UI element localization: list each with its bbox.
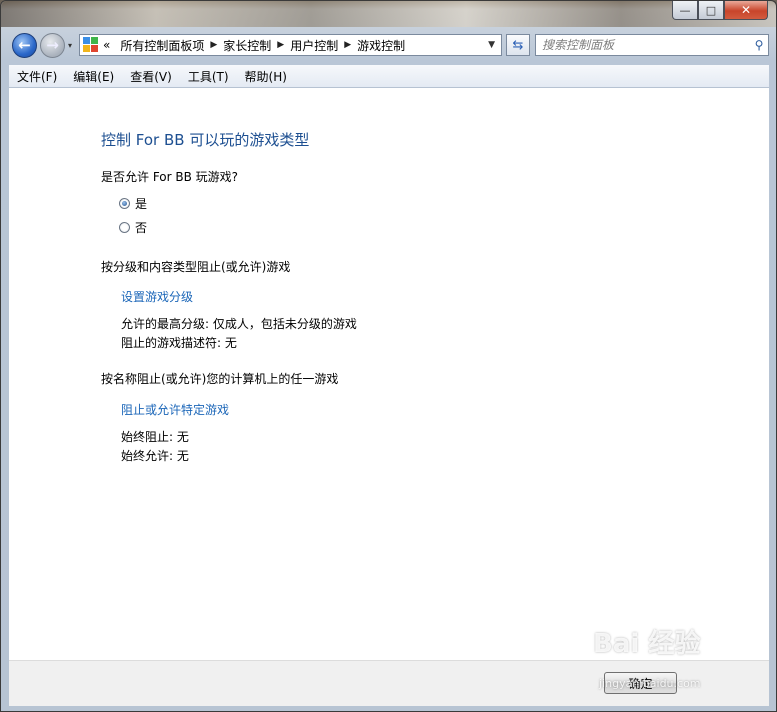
address-dropdown-icon[interactable]: ▼ bbox=[488, 40, 495, 50]
breadcrumb-parental-controls[interactable]: 家长控制 bbox=[223, 37, 271, 54]
breadcrumb-user-controls[interactable]: 用户控制 bbox=[290, 37, 338, 54]
back-button[interactable]: ← bbox=[12, 33, 37, 58]
maximize-icon: □ bbox=[705, 3, 717, 17]
radio-option-no[interactable]: 否 bbox=[119, 219, 147, 236]
window-frame: — □ ✕ ← → ▾ « 所有控制面板项 ▶ 家长控制 ▶ 用户控制 ▶ 游戏… bbox=[0, 0, 777, 712]
set-game-ratings-link[interactable]: 设置游戏分级 bbox=[121, 288, 193, 305]
radio-selected-icon[interactable] bbox=[119, 198, 130, 209]
minimize-icon: — bbox=[679, 3, 691, 17]
navigation-bar: ← → ▾ « 所有控制面板项 ▶ 家长控制 ▶ 用户控制 ▶ 游戏控制 ▼ ⇆… bbox=[9, 31, 769, 61]
menu-bar: 文件(F) 编辑(E) 查看(V) 工具(T) 帮助(H) bbox=[9, 65, 769, 88]
menu-edit[interactable]: 编辑(E) bbox=[65, 68, 122, 85]
title-bar[interactable] bbox=[1, 1, 776, 27]
close-icon: ✕ bbox=[740, 3, 752, 17]
window-controls: — □ ✕ bbox=[672, 1, 768, 21]
rating-section-heading: 按分级和内容类型阻止(或允许)游戏 bbox=[101, 260, 291, 274]
watermark-url: jingyan.baidu.com bbox=[599, 677, 701, 690]
page-title: 控制 For BB 可以玩的游戏类型 bbox=[101, 131, 310, 149]
close-button[interactable]: ✕ bbox=[724, 1, 768, 20]
block-allow-specific-games-link[interactable]: 阻止或允许特定游戏 bbox=[121, 401, 229, 418]
forward-button[interactable]: → bbox=[40, 33, 65, 58]
menu-tools[interactable]: 工具(T) bbox=[180, 68, 237, 85]
minimize-button[interactable]: — bbox=[672, 1, 698, 20]
arrow-right-icon: → bbox=[46, 36, 59, 54]
search-icon[interactable]: ⚲ bbox=[750, 38, 768, 52]
breadcrumb-separator-icon[interactable]: ▶ bbox=[277, 40, 284, 50]
breadcrumb-all-control-panel-items[interactable]: 所有控制面板项 bbox=[120, 37, 204, 54]
breadcrumb-separator-icon[interactable]: ▶ bbox=[344, 40, 351, 50]
max-rating-text: 允许的最高分级: 仅成人，包括未分级的游戏 bbox=[121, 317, 357, 331]
address-overflow-icon[interactable]: « bbox=[103, 38, 110, 52]
arrow-left-icon: ← bbox=[18, 36, 31, 54]
allow-games-question: 是否允许 For BB 玩游戏? bbox=[101, 170, 239, 184]
radio-label-no[interactable]: 否 bbox=[135, 219, 147, 236]
refresh-icon: ⇆ bbox=[512, 37, 524, 53]
name-section-heading: 按名称阻止(或允许)您的计算机上的任一游戏 bbox=[101, 372, 339, 386]
control-panel-icon bbox=[83, 37, 99, 53]
maximize-button[interactable]: □ bbox=[698, 1, 724, 20]
blocked-descriptors-text: 阻止的游戏描述符: 无 bbox=[121, 336, 237, 350]
main-content: 控制 For BB 可以玩的游戏类型 是否允许 For BB 玩游戏? 是 否 … bbox=[9, 88, 769, 660]
address-bar[interactable]: « 所有控制面板项 ▶ 家长控制 ▶ 用户控制 ▶ 游戏控制 ▼ bbox=[79, 34, 502, 56]
watermark-logo: Bai 经验 bbox=[593, 629, 701, 659]
menu-help[interactable]: 帮助(H) bbox=[237, 68, 295, 85]
radio-unselected-icon[interactable] bbox=[119, 222, 130, 233]
search-box: ⚲ bbox=[535, 34, 769, 56]
breadcrumb-game-controls[interactable]: 游戏控制 bbox=[357, 37, 405, 54]
menu-file[interactable]: 文件(F) bbox=[9, 68, 65, 85]
radio-label-yes[interactable]: 是 bbox=[135, 195, 147, 212]
always-block-text: 始终阻止: 无 bbox=[121, 430, 189, 444]
recent-pages-button[interactable]: ▾ bbox=[68, 41, 72, 50]
menu-view[interactable]: 查看(V) bbox=[122, 68, 180, 85]
search-input[interactable] bbox=[536, 37, 750, 53]
refresh-button[interactable]: ⇆ bbox=[506, 34, 530, 56]
breadcrumb-separator-icon[interactable]: ▶ bbox=[210, 40, 217, 50]
always-allow-text: 始终允许: 无 bbox=[121, 449, 189, 463]
radio-option-yes[interactable]: 是 bbox=[119, 195, 147, 212]
